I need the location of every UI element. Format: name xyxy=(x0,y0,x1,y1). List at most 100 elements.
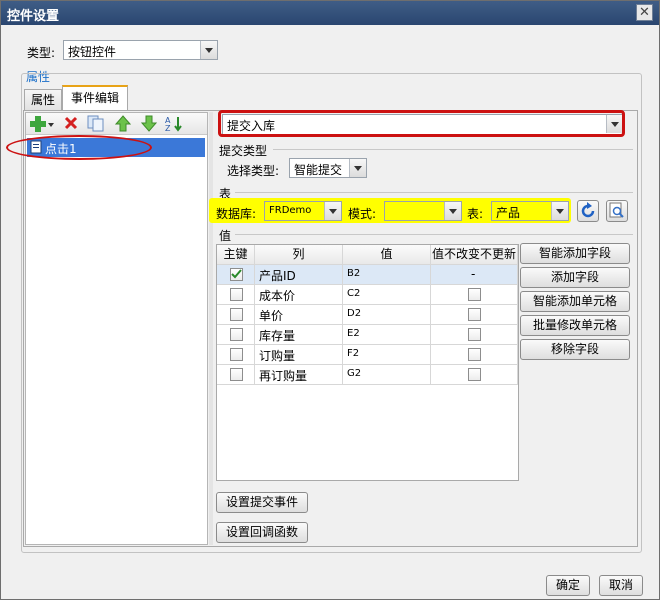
table-cell-column[interactable]: 再订购量 xyxy=(255,365,343,385)
table-cell-column[interactable]: 库存量 xyxy=(255,325,343,345)
event-type-select[interactable]: 提交入库 xyxy=(222,114,624,135)
column-name: 库存量 xyxy=(259,329,296,343)
divider xyxy=(273,149,633,150)
cell-value: F2 xyxy=(347,348,360,359)
nochange-checkbox[interactable] xyxy=(468,328,481,341)
table-cell-key[interactable] xyxy=(217,365,255,385)
cancel-button[interactable]: 取消 xyxy=(599,575,643,596)
submit-type-group-label: 提交类型 xyxy=(219,144,268,158)
sort-icon[interactable]: A Z xyxy=(165,115,185,132)
key-checkbox[interactable] xyxy=(230,328,243,341)
submit-type-value: 智能提交 xyxy=(294,163,343,177)
table-cell-value[interactable]: G2 xyxy=(343,365,431,385)
smart-add-cell-button[interactable]: 智能添加单元格 xyxy=(520,291,630,312)
cell-value: G2 xyxy=(347,368,362,379)
chevron-down-icon[interactable] xyxy=(444,202,461,220)
checkmark-icon xyxy=(231,269,242,279)
table-cell-key[interactable] xyxy=(217,265,255,285)
key-checkbox[interactable] xyxy=(230,348,243,361)
column-name: 产品ID xyxy=(259,269,296,283)
set-submit-event-button[interactable]: 设置提交事件 xyxy=(216,492,308,513)
table-cell-value[interactable]: B2 xyxy=(343,265,431,285)
mode-select[interactable] xyxy=(384,201,462,221)
table-cell-nochange[interactable] xyxy=(431,365,518,385)
table-cell-key[interactable] xyxy=(217,345,255,365)
window-title: 控件设置 xyxy=(7,9,60,24)
type-label: 类型: xyxy=(27,46,56,60)
title-bar[interactable]: 控件设置 ✕ xyxy=(1,1,659,25)
chevron-down-icon[interactable] xyxy=(200,41,217,59)
table-cell-key[interactable] xyxy=(217,285,255,305)
tab-event-edit-label: 事件编辑 xyxy=(70,91,119,105)
divider xyxy=(235,234,633,235)
database-select[interactable]: FRDemo xyxy=(264,201,342,221)
batch-modify-cell-button[interactable]: 批量修改单元格 xyxy=(520,315,630,336)
table-label: 表: xyxy=(467,207,484,221)
close-button[interactable]: ✕ xyxy=(636,4,653,21)
type-select-value: 按钮控件 xyxy=(68,45,117,59)
tab-event-edit[interactable]: 事件编辑 xyxy=(62,85,128,111)
table-cell-nochange[interactable]: - xyxy=(431,265,518,285)
table-cell-nochange[interactable] xyxy=(431,325,518,345)
move-up-icon[interactable] xyxy=(115,115,131,132)
submit-type-select[interactable]: 智能提交 xyxy=(289,158,367,178)
table-cell-column[interactable]: 产品ID xyxy=(255,265,343,285)
table-cell-key[interactable] xyxy=(217,305,255,325)
key-checkbox[interactable] xyxy=(230,288,243,301)
table-cell-column[interactable]: 单价 xyxy=(255,305,343,325)
key-checkbox[interactable] xyxy=(230,308,243,321)
key-checkbox[interactable] xyxy=(230,368,243,381)
tab-properties[interactable]: 属性 xyxy=(24,89,62,110)
table-value: 产品 xyxy=(496,206,521,220)
key-checkbox[interactable] xyxy=(230,268,243,281)
submit-type-label: 选择类型: xyxy=(227,164,280,178)
table-cell-nochange[interactable] xyxy=(431,285,518,305)
chevron-down-icon[interactable] xyxy=(324,202,341,220)
copy-icon[interactable] xyxy=(87,115,105,132)
preview-button[interactable] xyxy=(606,200,628,222)
table-select[interactable]: 产品 xyxy=(491,201,569,221)
set-callback-button[interactable]: 设置回调函数 xyxy=(216,522,308,543)
table-cell-column[interactable]: 订购量 xyxy=(255,345,343,365)
delete-icon[interactable] xyxy=(64,116,78,130)
table-header-value[interactable]: 值 xyxy=(343,245,431,265)
table-header-column[interactable]: 列 xyxy=(255,245,343,265)
refresh-button[interactable] xyxy=(577,200,599,222)
database-value: FRDemo xyxy=(269,205,312,216)
nochange-checkbox[interactable] xyxy=(468,348,481,361)
ok-button[interactable]: 确定 xyxy=(546,575,590,596)
move-down-icon[interactable] xyxy=(141,115,157,132)
chevron-down-icon[interactable] xyxy=(606,115,623,133)
remove-field-button[interactable]: 移除字段 xyxy=(520,339,630,360)
type-select[interactable]: 按钮控件 xyxy=(63,40,218,60)
values-table: 主键 列 值 值不改变不更新 产品ID B2 - 成本价 C2 单价 D2 库存量 E2 订购量 F… xyxy=(216,244,519,481)
table-header-key[interactable]: 主键 xyxy=(217,245,255,265)
column-name: 再订购量 xyxy=(259,369,308,383)
table-cell-key[interactable] xyxy=(217,325,255,345)
table-cell-column[interactable]: 成本价 xyxy=(255,285,343,305)
cell-value: D2 xyxy=(347,308,362,319)
chevron-down-icon[interactable] xyxy=(551,202,568,220)
svg-text:Z: Z xyxy=(165,124,171,132)
table-cell-value[interactable]: D2 xyxy=(343,305,431,325)
column-name: 单价 xyxy=(259,309,284,323)
add-field-button[interactable]: 添加字段 xyxy=(520,267,630,288)
add-icon[interactable] xyxy=(30,115,54,133)
smart-add-field-button[interactable]: 智能添加字段 xyxy=(520,243,630,264)
table-cell-nochange[interactable] xyxy=(431,305,518,325)
nochange-checkbox[interactable] xyxy=(468,308,481,321)
values-group-label: 值 xyxy=(219,229,232,243)
event-type-value: 提交入库 xyxy=(227,119,276,133)
table-cell-nochange[interactable] xyxy=(431,345,518,365)
highlight-ellipse xyxy=(6,135,152,160)
table-cell-value[interactable]: E2 xyxy=(343,325,431,345)
table-cell-value[interactable]: C2 xyxy=(343,285,431,305)
nochange-checkbox[interactable] xyxy=(468,288,481,301)
table-header-nochange[interactable]: 值不改变不更新 xyxy=(431,245,518,265)
database-label: 数据库: xyxy=(216,207,257,221)
chevron-down-icon[interactable] xyxy=(349,159,366,177)
nochange-checkbox[interactable] xyxy=(468,368,481,381)
tab-properties-label: 属性 xyxy=(30,93,55,107)
table-cell-value[interactable]: F2 xyxy=(343,345,431,365)
mode-label: 模式: xyxy=(348,207,377,221)
